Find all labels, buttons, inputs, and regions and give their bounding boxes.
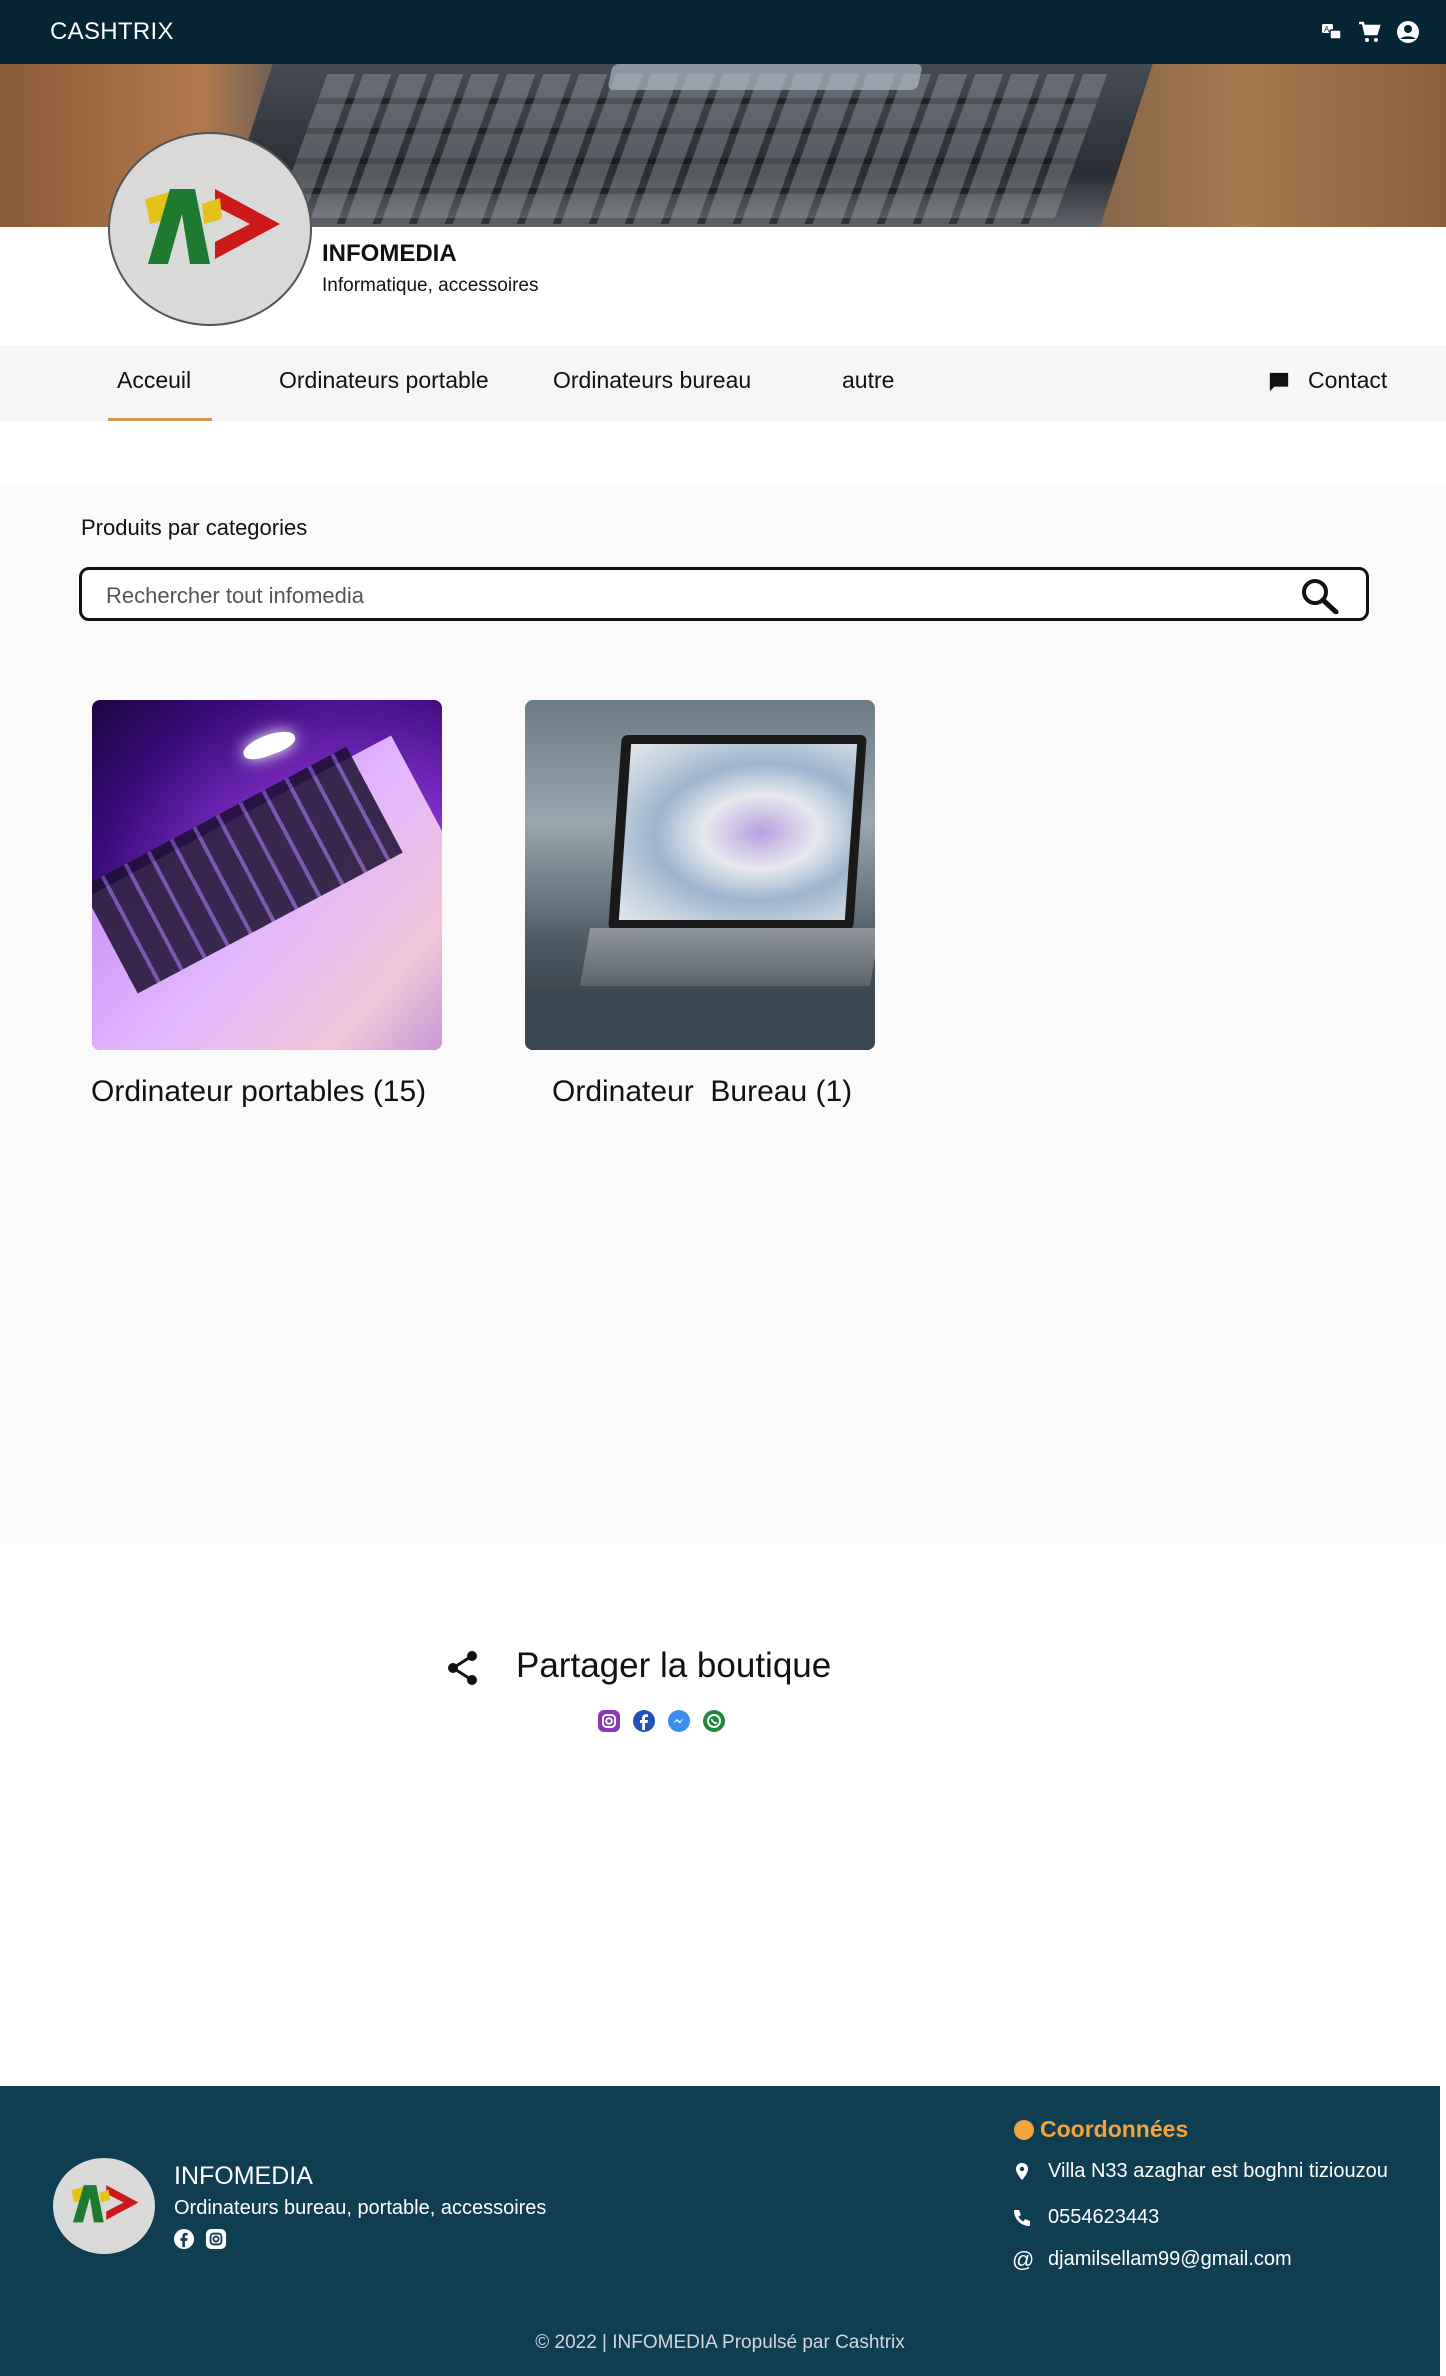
category-label-portables[interactable]: Ordinateur portables (15)	[91, 1075, 426, 1109]
section-title: Produits par categories	[81, 515, 308, 540]
footer-logo-icon	[71, 2185, 139, 2223]
products-section: Produits par categories Ordinateur porta…	[0, 485, 1446, 1545]
shop-nav: Acceuil Ordinateurs portable Ordinateurs…	[0, 345, 1446, 421]
contact-link[interactable]: Contact	[1308, 367, 1387, 394]
cart-icon[interactable]	[1358, 20, 1382, 44]
translate-icon[interactable]: A	[1320, 20, 1344, 44]
footer-phone[interactable]: 0554623443	[1048, 2206, 1159, 2229]
top-icons: A	[1320, 20, 1420, 44]
shop-subtitle: Informatique, accessoires	[322, 275, 539, 296]
search-icon[interactable]	[1300, 578, 1340, 619]
banner-keyboard	[272, 74, 1108, 224]
nav-tab-ordinateurs-portable[interactable]: Ordinateurs portable	[279, 367, 489, 394]
coordinates-title: Coordonnées	[1014, 2116, 1189, 2143]
instagram-icon[interactable]	[598, 1710, 620, 1732]
top-bar: CASHTRIX A	[0, 0, 1446, 64]
share-social-links	[598, 1710, 725, 1732]
svg-text:A: A	[1324, 25, 1330, 34]
nav-tab-ordinateurs-bureau[interactable]: Ordinateurs bureau	[553, 367, 751, 394]
chat-icon	[1268, 371, 1290, 398]
category-label-bureau[interactable]: Ordinateur Bureau (1)	[552, 1075, 852, 1109]
share-icon[interactable]	[446, 1650, 480, 1691]
footer-shop-name: INFOMEDIA	[174, 2162, 313, 2190]
apple-logo-icon	[240, 726, 298, 764]
search-bar	[79, 567, 1369, 621]
footer-social-links	[174, 2229, 226, 2249]
search-input[interactable]	[104, 580, 1258, 612]
category-image-bureau[interactable]	[525, 700, 875, 1050]
share-title: Partager la boutique	[516, 1646, 832, 1685]
instagram-icon[interactable]	[206, 2229, 226, 2249]
footer-address: Villa N33 azaghar est boghni tiziouzou	[1048, 2160, 1388, 2182]
footer-avatar	[53, 2158, 155, 2254]
nav-tab-acceuil[interactable]: Acceuil	[117, 367, 191, 394]
shop-avatar	[108, 132, 312, 326]
footer-shop-subtitle: Ordinateurs bureau, portable, accessoire…	[174, 2197, 547, 2219]
footer: INFOMEDIA Ordinateurs bureau, portable, …	[0, 2086, 1440, 2376]
whatsapp-icon[interactable]	[703, 1710, 725, 1732]
facebook-icon[interactable]	[633, 1710, 655, 1732]
coordinates-title-text: Coordonnées	[1040, 2116, 1189, 2142]
at-icon: @	[1012, 2247, 1035, 2272]
footer-email[interactable]: djamilsellam99@gmail.com	[1048, 2248, 1292, 2271]
messenger-icon[interactable]	[668, 1710, 690, 1732]
facebook-icon[interactable]	[174, 2229, 194, 2249]
category-image-portables[interactable]	[92, 700, 442, 1050]
nav-active-indicator	[108, 418, 212, 421]
nav-tab-autre[interactable]: autre	[842, 367, 894, 394]
brand-logo[interactable]: CASHTRIX	[50, 18, 174, 46]
copyright: © 2022 | INFOMEDIA Propulsé par Cashtrix	[535, 2332, 905, 2353]
shop-name: INFOMEDIA	[322, 240, 457, 267]
location-icon	[1012, 2162, 1032, 2182]
shop-logo-icon	[145, 189, 280, 264]
banner-dock	[607, 64, 923, 90]
account-icon[interactable]	[1396, 20, 1420, 44]
phone-icon	[1012, 2208, 1032, 2228]
info-icon	[1014, 2120, 1034, 2140]
